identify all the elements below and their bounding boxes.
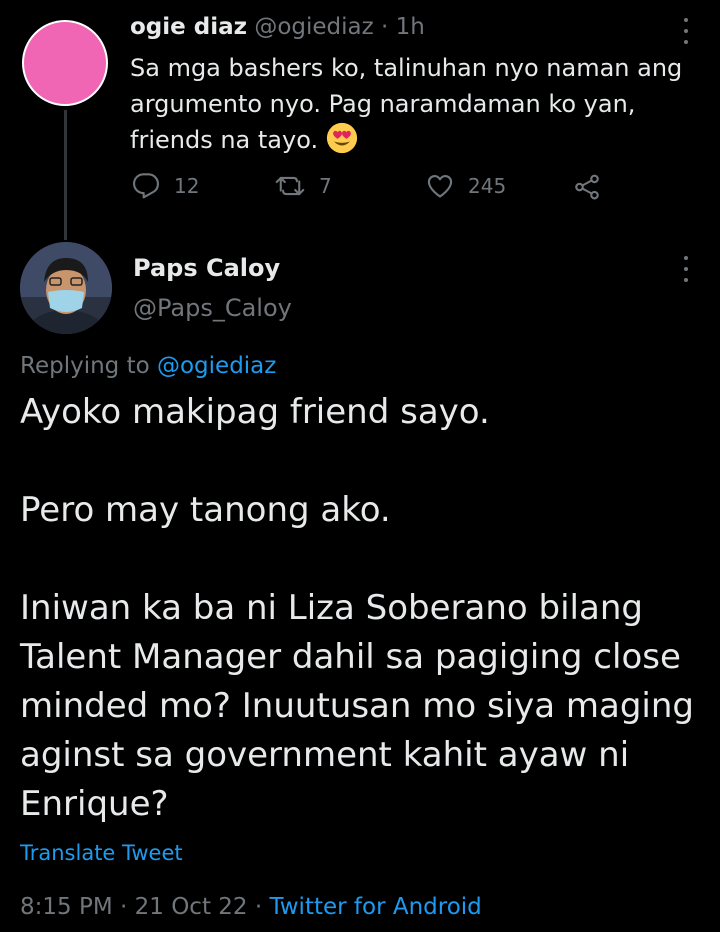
thread-connector-line bbox=[64, 110, 67, 240]
heart-eyes-emoji-icon bbox=[326, 122, 357, 154]
share-icon bbox=[575, 174, 599, 200]
translate-tweet-link[interactable]: Translate Tweet bbox=[20, 841, 183, 865]
heart-icon bbox=[427, 175, 453, 198]
tweet-source-link[interactable]: Twitter for Android bbox=[270, 894, 482, 920]
retweet-icon bbox=[275, 176, 305, 196]
more-dots-icon[interactable] bbox=[683, 256, 689, 282]
retweet-button[interactable]: 7 bbox=[275, 172, 332, 200]
tweet-paragraph: Iniwan ka ba ni Liza Soberano bilang Tal… bbox=[20, 588, 695, 824]
parent-tweet-header: ogie diaz @ogiediaz · 1h bbox=[130, 14, 425, 40]
parent-tweet-text: Sa mga bashers ko, talinuhan nyo naman a… bbox=[130, 50, 690, 158]
tweet-date[interactable]: 21 Oct 22 bbox=[135, 894, 248, 920]
avatar[interactable] bbox=[22, 20, 108, 106]
separator: · bbox=[120, 894, 128, 920]
tweet-metadata: 8:15 PM · 21 Oct 22 · Twitter for Androi… bbox=[20, 894, 482, 920]
tweet-time[interactable]: 8:15 PM bbox=[20, 894, 113, 920]
more-dots-icon[interactable] bbox=[683, 18, 689, 44]
tweet-paragraph: Ayoko makipag friend sayo. bbox=[20, 392, 490, 432]
separator: · bbox=[254, 894, 263, 920]
retweet-count: 7 bbox=[319, 174, 332, 198]
like-count: 245 bbox=[468, 174, 507, 198]
mention-link[interactable]: @ogiediaz bbox=[157, 353, 276, 379]
tweet-actions: 12 7 245 bbox=[130, 172, 610, 202]
reply-count: 12 bbox=[174, 174, 200, 198]
separator: · bbox=[373, 14, 396, 40]
avatar[interactable] bbox=[20, 242, 112, 334]
like-button[interactable]: 245 bbox=[426, 172, 506, 200]
share-button[interactable] bbox=[572, 172, 602, 202]
tweet-text: Sa mga bashers ko, talinuhan nyo naman a… bbox=[130, 54, 683, 154]
display-name[interactable]: ogie diaz bbox=[130, 14, 247, 40]
comment-icon bbox=[132, 173, 159, 199]
tweet-paragraph: Pero may tanong ako. bbox=[20, 490, 391, 530]
replying-prefix: Replying to bbox=[20, 353, 150, 379]
timestamp[interactable]: 1h bbox=[396, 14, 425, 40]
handle[interactable]: @Paps_Caloy bbox=[133, 294, 292, 322]
reply-tweet-text: Ayoko makipag friend sayo. Pero may tano… bbox=[20, 388, 710, 829]
replying-to-line: Replying to @ogiediaz bbox=[20, 353, 276, 379]
display-name[interactable]: Paps Caloy bbox=[133, 254, 280, 282]
profile-photo-icon bbox=[20, 242, 112, 334]
reply-button[interactable]: 12 bbox=[132, 172, 199, 200]
handle[interactable]: @ogiediaz bbox=[254, 14, 373, 40]
